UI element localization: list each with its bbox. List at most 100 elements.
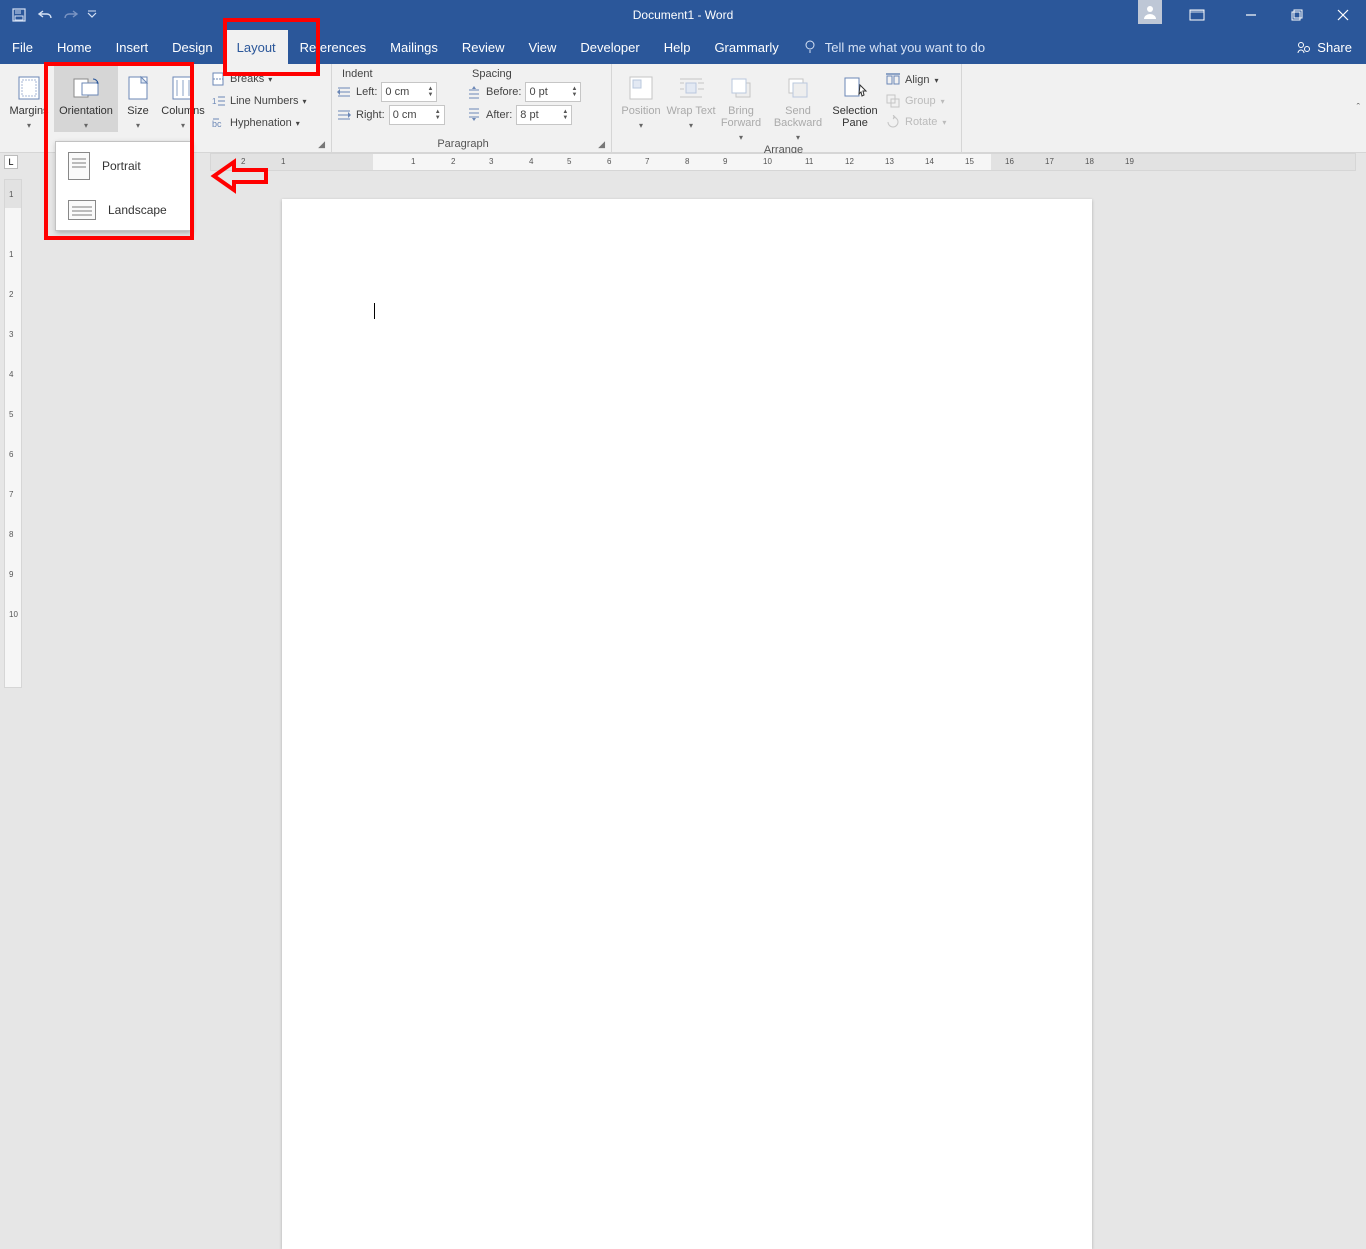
indent-left-input[interactable]: 0 cm▲▼	[381, 82, 437, 102]
position-button[interactable]: Position	[616, 66, 666, 132]
size-icon	[122, 74, 154, 102]
indent-right-icon	[336, 108, 352, 122]
align-button[interactable]: Align▾	[886, 70, 946, 90]
dialog-launcher-icon[interactable]: ◢	[598, 139, 605, 150]
svg-text:1: 1	[212, 97, 217, 106]
group-objects-button[interactable]: Group▾	[886, 91, 946, 111]
tab-layout[interactable]: Layout	[225, 30, 288, 64]
maximize-button[interactable]	[1274, 0, 1320, 30]
user-avatar[interactable]	[1138, 0, 1162, 24]
send-backward-label: Send Backward	[766, 105, 830, 129]
horizontal-ruler[interactable]: 2112345678910111213141516171819	[210, 153, 1356, 171]
tab-mailings[interactable]: Mailings	[378, 30, 450, 64]
spacing-after-icon	[466, 108, 482, 122]
group-arrange: Position Wrap Text Bring Forward	[612, 64, 962, 152]
position-icon	[625, 74, 657, 102]
group-paragraph: Indent Spacing Left: 0 cm▲▼ Right:	[332, 64, 612, 152]
orientation-dropdown: Portrait Landscape	[55, 141, 191, 231]
margins-label: Margins	[9, 105, 48, 117]
tab-grammarly[interactable]: Grammarly	[702, 30, 790, 64]
document-area: 112345678910	[0, 171, 1366, 688]
chevron-down-icon	[739, 132, 743, 144]
close-button[interactable]	[1320, 0, 1366, 30]
line-numbers-label: Line Numbers	[230, 95, 298, 107]
orientation-icon	[70, 74, 102, 102]
indent-left-icon	[336, 85, 352, 99]
vertical-ruler[interactable]: 112345678910	[4, 179, 22, 688]
send-backward-button[interactable]: Send Backward	[766, 66, 830, 144]
breaks-icon	[212, 72, 226, 86]
customize-qat-icon[interactable]	[84, 2, 100, 28]
selection-pane-icon	[839, 74, 871, 102]
selection-pane-button[interactable]: Selection Pane	[830, 66, 880, 129]
breaks-button[interactable]: Breaks ▾	[212, 69, 307, 89]
tab-developer[interactable]: Developer	[568, 30, 651, 64]
columns-icon	[167, 74, 199, 102]
orientation-portrait[interactable]: Portrait	[56, 142, 190, 190]
size-label: Size	[127, 105, 148, 117]
ribbon: Margins Orientation Size	[0, 64, 1366, 153]
orientation-button[interactable]: Orientation	[54, 66, 118, 132]
spacing-heading: Spacing	[466, 68, 606, 80]
columns-button[interactable]: Columns	[158, 66, 208, 132]
spacing-after-input[interactable]: 8 pt▲▼	[516, 105, 572, 125]
columns-label: Columns	[161, 105, 204, 117]
orientation-landscape[interactable]: Landscape	[56, 190, 190, 230]
indent-right-label: Right:	[356, 109, 385, 121]
indent-heading: Indent	[336, 68, 466, 80]
group-page-setup: Margins Orientation Size	[0, 64, 332, 152]
save-icon[interactable]	[6, 2, 32, 28]
landscape-icon	[68, 200, 96, 220]
size-button[interactable]: Size	[118, 66, 158, 132]
svg-text:bc: bc	[212, 119, 222, 129]
tab-help[interactable]: Help	[652, 30, 703, 64]
rotate-button[interactable]: Rotate▾	[886, 112, 946, 132]
redo-icon[interactable]	[58, 2, 84, 28]
minimize-button[interactable]	[1228, 0, 1274, 30]
tab-view[interactable]: View	[516, 30, 568, 64]
position-label: Position	[621, 105, 660, 117]
chevron-down-icon	[689, 120, 693, 132]
group-icon	[886, 94, 900, 108]
bring-forward-button[interactable]: Bring Forward	[716, 66, 766, 144]
tab-insert[interactable]: Insert	[104, 30, 161, 64]
tab-references[interactable]: References	[288, 30, 378, 64]
dialog-launcher-icon[interactable]: ◢	[318, 139, 325, 150]
ruler-row: L 2112345678910111213141516171819	[0, 153, 1366, 171]
bring-forward-label: Bring Forward	[716, 105, 766, 129]
paragraph-group-label: Paragraph	[332, 138, 594, 150]
collapse-ribbon-icon[interactable]: ˆ	[1357, 103, 1360, 114]
text-cursor	[374, 303, 375, 319]
chevron-down-icon	[181, 120, 185, 132]
tell-me-search[interactable]: Tell me what you want to do	[791, 30, 997, 64]
tab-design[interactable]: Design	[160, 30, 224, 64]
orientation-portrait-label: Portrait	[102, 159, 141, 173]
indent-right-input[interactable]: 0 cm▲▼	[389, 105, 445, 125]
tab-review[interactable]: Review	[450, 30, 517, 64]
hyphenation-label: Hyphenation	[230, 117, 292, 129]
selection-pane-label: Selection Pane	[830, 105, 880, 129]
tell-me-label: Tell me what you want to do	[825, 40, 985, 55]
wrap-text-label: Wrap Text	[666, 105, 715, 117]
ribbon-display-options-icon[interactable]	[1174, 0, 1220, 30]
menu-bar: File Home Insert Design Layout Reference…	[0, 30, 1366, 64]
share-button[interactable]: Share	[1283, 30, 1366, 64]
tab-file[interactable]: File	[0, 30, 45, 64]
spacing-before-input[interactable]: 0 pt▲▼	[525, 82, 581, 102]
align-label: Align	[905, 74, 929, 86]
line-numbers-button[interactable]: 1 Line Numbers ▾	[212, 91, 307, 111]
tab-selector[interactable]: L	[4, 155, 18, 169]
wrap-text-button[interactable]: Wrap Text	[666, 66, 716, 132]
tab-home[interactable]: Home	[45, 30, 104, 64]
undo-icon[interactable]	[32, 2, 58, 28]
document-title: Document1 - Word	[633, 8, 733, 22]
hyphenation-button[interactable]: bc Hyphenation ▾	[212, 113, 307, 133]
spacing-before-label: Before:	[486, 86, 521, 98]
chevron-down-icon	[84, 120, 88, 132]
align-icon	[886, 73, 900, 87]
margins-button[interactable]: Margins	[4, 66, 54, 132]
spacing-before-icon	[466, 85, 482, 99]
share-icon	[1297, 40, 1311, 54]
document-page[interactable]	[282, 199, 1092, 1249]
indent-left-label: Left:	[356, 86, 377, 98]
